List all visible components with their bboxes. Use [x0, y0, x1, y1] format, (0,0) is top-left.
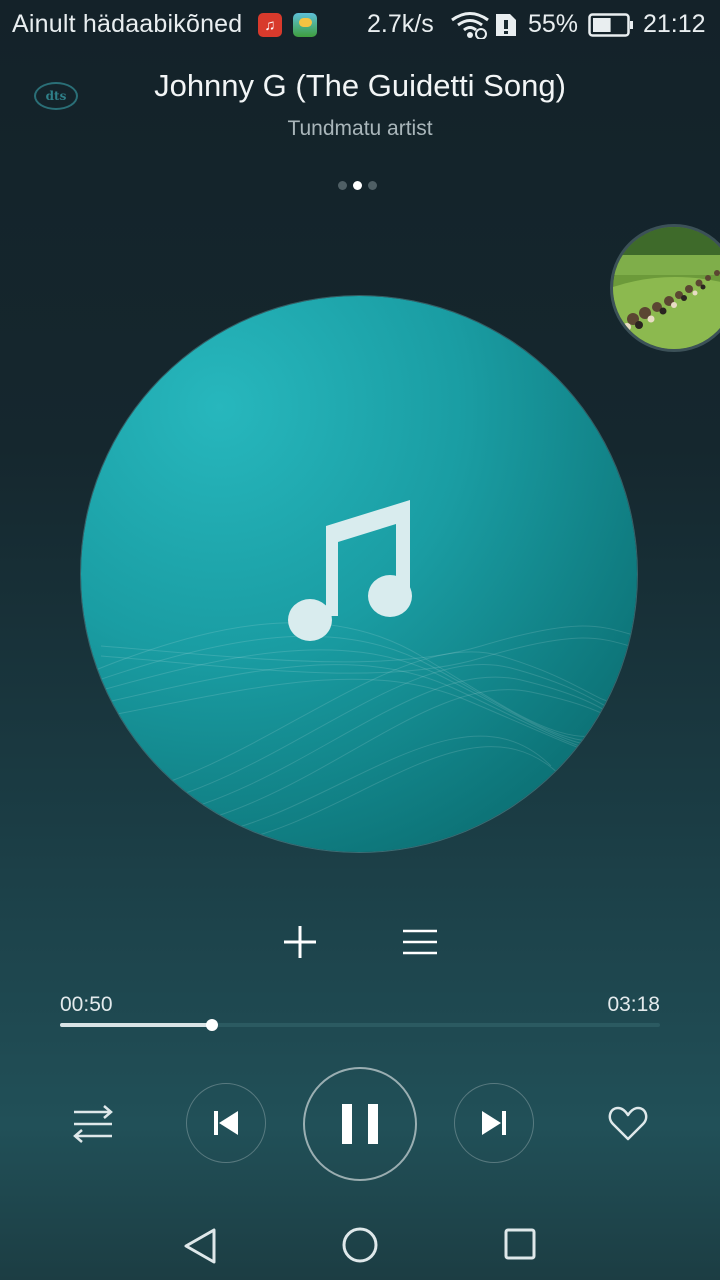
status-bar: Ainult hädaabikõned ♫ 2.7k/s 55% 21:12 — [0, 0, 720, 52]
heart-icon — [608, 1106, 648, 1141]
page-dot — [353, 181, 362, 190]
action-row — [0, 920, 720, 964]
play-queue-button[interactable] — [400, 922, 440, 962]
battery-percent: 55% — [528, 10, 579, 38]
plus-icon — [284, 926, 316, 958]
skip-previous-icon — [214, 1111, 238, 1135]
list-icon — [403, 929, 437, 955]
total-time: 03:18 — [607, 993, 660, 1016]
current-time: 00:50 — [60, 993, 113, 1016]
battery-icon — [588, 13, 634, 42]
weather-notification-icon — [293, 13, 317, 37]
play-mode-button[interactable] — [70, 1104, 116, 1144]
back-triangle-icon — [184, 1228, 216, 1264]
previous-track-button[interactable] — [186, 1083, 266, 1163]
clock: 21:12 — [643, 10, 706, 38]
music-note-icon — [288, 500, 412, 641]
album-art[interactable] — [81, 296, 637, 852]
pause-icon — [342, 1104, 378, 1144]
page-dot — [338, 181, 347, 190]
playback-controls — [0, 1066, 720, 1182]
artist-name: Tundmatu artist — [287, 117, 433, 140]
recents-square-icon — [504, 1228, 536, 1260]
progress-fill — [60, 1023, 212, 1027]
repeat-shuffle-icon — [73, 1105, 113, 1143]
network-speed: 2.7k/s — [367, 10, 434, 38]
add-to-playlist-button[interactable] — [280, 922, 320, 962]
home-circle-icon — [342, 1227, 378, 1263]
page-dot — [368, 181, 377, 190]
back-button[interactable] — [180, 1226, 220, 1271]
sim-alert-icon — [494, 12, 518, 43]
progress-thumb[interactable] — [206, 1019, 218, 1031]
play-pause-button[interactable] — [303, 1067, 417, 1181]
system-nav-bar — [0, 1212, 720, 1280]
recents-button[interactable] — [503, 1227, 537, 1266]
page-indicator — [338, 181, 384, 191]
carrier-label: Ainult hädaabikõned — [12, 10, 243, 38]
wifi-icon — [450, 11, 490, 44]
home-button[interactable] — [341, 1226, 379, 1269]
next-track-button[interactable] — [454, 1083, 534, 1163]
progress-slider[interactable] — [60, 1019, 660, 1031]
song-title: Johnny G (The Guidetti Song) — [154, 68, 566, 103]
favorite-button[interactable] — [607, 1104, 649, 1144]
music-notification-icon: ♫ — [258, 13, 282, 37]
skip-next-icon — [482, 1111, 506, 1135]
